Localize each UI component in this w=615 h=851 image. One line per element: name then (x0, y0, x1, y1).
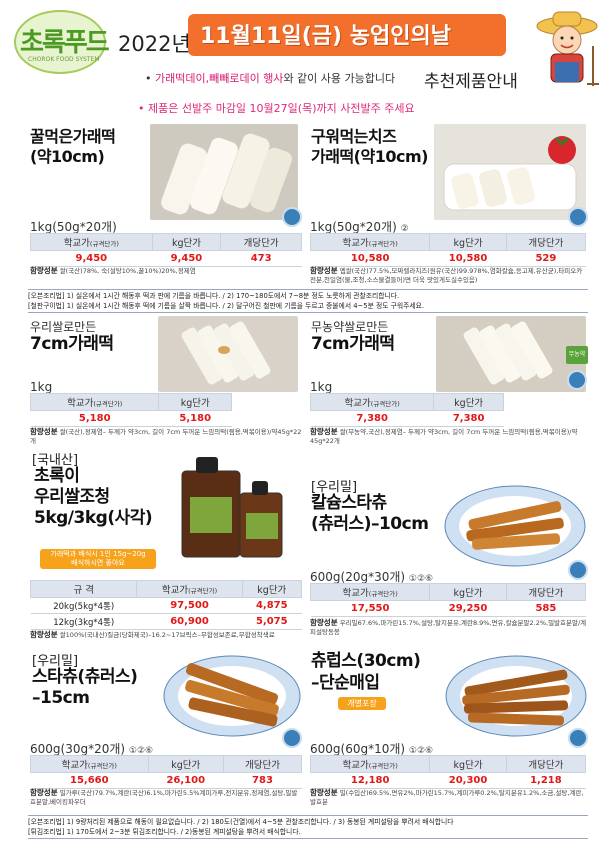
product-title-6: 칼슘스타츄 (츄러스)–10cm (311, 493, 429, 534)
ingredients-7: 함량성분 밀가루(국산)79.7%,계란(국산)6.1%,마가린5.5%계피가루… (30, 788, 298, 806)
subtitle: • 가래떡데이,빼빼로데이 행사와 같이 사용 가능합니다 (145, 72, 396, 85)
individual-pack-badge: 개별포장 (338, 697, 386, 710)
product-tag-3: 우리쌀로만든 (30, 320, 97, 334)
product-image-6 (444, 485, 586, 567)
table-row: 20kg(5kg*4통) 97,500 4,875 (30, 597, 302, 614)
product-image-5 (181, 457, 283, 558)
product-spec-4: 1kg (310, 380, 333, 394)
product-image-2 (434, 124, 586, 220)
ingredients-4: 함량성분 쌀(무농약,국산),정제염– 두께가 약3cm, 길이 7cm 두꺼운… (310, 427, 578, 445)
year-label: 2022년 (118, 32, 191, 56)
product-title-7: 스타츄(츄러스) –15cm (32, 667, 138, 708)
cooking-instructions-2: [오븐조리법] 1) 9량처리된 제품으로 해동이 필요없습니다. / 2) 1… (28, 815, 588, 839)
organic-badge: 무농약 (566, 346, 588, 364)
logo-subtext: CHOROK FOOD SYSTEM (28, 56, 100, 63)
product-title-8: 츄럽스(30cm) –단순매입 (311, 651, 421, 693)
haccp-icon (568, 728, 588, 748)
ingredients-6: 함량성분 우리밀67.6%,마가린15.7%,설탕,탈지분유,계란8.9%,면유… (310, 618, 587, 636)
haccp-icon (567, 370, 587, 390)
ingredients-8: 함량성분 밀(수입산)69.5%,면유2%,마가린15.7%,계피가루0.2%,… (310, 788, 584, 806)
product-image-7 (163, 655, 301, 737)
product-title-1: 꿀먹은가래떡 (약10cm) (30, 127, 116, 166)
haccp-icon (568, 207, 588, 227)
price-table-3: 학교가(규격단가) kg단가 5,180 5,180 (29, 393, 232, 427)
recommend-title: 추천제품안내 (424, 72, 518, 92)
price-table-5: 규 격 학교가(규격단가) kg단가 20kg(5kg*4통) 97,500 4,875… (29, 580, 303, 630)
price-table-8: 학교가(규격단가) kg단가 개당단가 12,180 20,300 1,218 (309, 755, 587, 789)
ingredients-5: 함량성분 쌀100%(국내산)질금(당화제국)–16.2~17브릭스–무합성보존… (30, 630, 275, 639)
ingredients-1: 함량성분 쌀(국산)78%, 숙(설탕10%,꿀10%)20%,정제염 (30, 266, 196, 275)
product-image-8 (445, 655, 587, 737)
product-tag-4: 무농약쌀로만든 (311, 320, 389, 334)
price-table-7: 학교가(규격단가) kg단가 개당단가 15,660 26,100 783 (30, 755, 303, 789)
table-row: 12kg(3kg*4통) 60,900 5,075 (30, 613, 302, 630)
logo-text: 초록푸드 (20, 28, 110, 58)
ingredients-2: 함량성분 멥쌀(국산)77.5%,모짜렐라치즈(원유(국산)99.978%,염화… (310, 266, 583, 284)
preorder-note: • 제품은 선발주 마감일 10월27일(목)까지 사전발주 주세요 (138, 102, 415, 115)
product-image-1 (150, 124, 298, 220)
haccp-icon (568, 560, 588, 580)
farmer-illustration (536, 11, 599, 86)
product-title-2: 구워먹는치즈 가래떡(약10cm) (311, 127, 428, 166)
product-image-3 (158, 316, 298, 392)
price-table-2: 학교가(규격단가) kg단가 개당단가 10,580 10,580 529 (309, 233, 587, 267)
cooking-instructions-1: [오븐조리법] 1) 실온에서 1시간 해동후 떡과 판에 기름을 바릅니다. … (28, 289, 588, 313)
serving-tip-badge: 가래떡과 배식시 1인 15g~20g 배식하시면 좋아요 (40, 549, 156, 569)
product-image-4 (436, 316, 586, 392)
haccp-icon (282, 728, 302, 748)
price-table-1: 학교가(규격단가) kg단가 개당단가 9,450 9,450 473 (30, 233, 302, 267)
banner-title: 11월11일(금) 농업인의날 (200, 24, 451, 49)
product-title-3: 7cm가래떡 (30, 334, 114, 354)
product-title-5: 초록이 우리쌀조청 5kg/3kg(사각) (34, 466, 153, 528)
ingredients-3: 함량성분 쌀(국산),정제염– 두께가 약3cm, 길이 7cm 두꺼운 느낌의… (30, 427, 302, 445)
price-table-6: 학교가(규격단가) kg단가 개당단가 17,550 29,250 585 (309, 583, 587, 617)
product-spec-3: 1kg (30, 380, 53, 394)
price-table-4: 학교가(규격단가) kg단가 7,380 7,380 (309, 393, 504, 427)
haccp-icon (282, 207, 302, 227)
product-title-4: 7cm가래떡 (311, 334, 395, 354)
